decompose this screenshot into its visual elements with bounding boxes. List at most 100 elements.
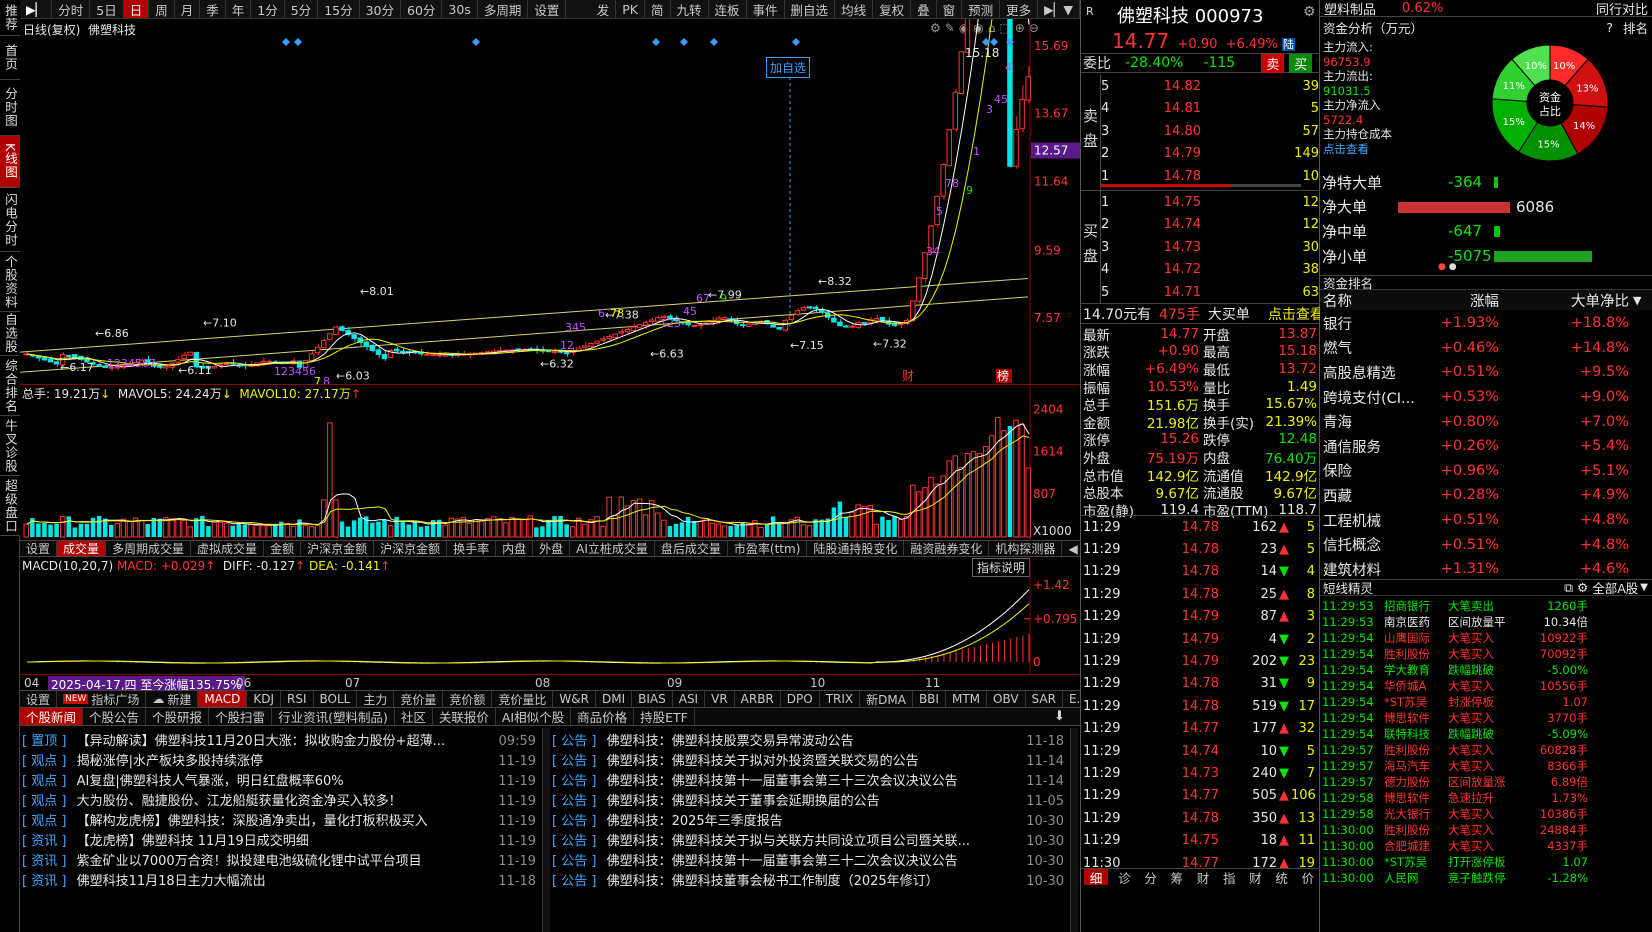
volume-panel[interactable]: 总手: 19.21万↓ MAVOL5: 24.24万↓ MAVOL10: 27.… (20, 384, 1080, 541)
sector-row[interactable]: 跨境支付(CI... +0.53% +9.0% (1320, 385, 1652, 410)
indicator-24[interactable]: E... (1063, 691, 1080, 707)
sidebar-tab-4[interactable]: 闪电分时 (0, 188, 20, 252)
indicator-16[interactable]: ARBR (735, 691, 781, 707)
news-item[interactable]: [ 置顶 ] 【异动解读】佛塑科技11月20日大涨：拟收购金力股份+超薄... … (22, 732, 542, 752)
elves-row[interactable]: 11:29:58 博思软件 急速拉升 1.73% (1320, 790, 1652, 806)
toolbar-right-12[interactable]: 更多 (1000, 0, 1039, 18)
news-item[interactable]: [ 公告 ] 佛塑科技：佛塑科技第十一届董事会第三十二次会议决议公告 10-30 (552, 852, 1070, 872)
news-tab-7[interactable]: AI相似个股 (496, 708, 572, 725)
cost-link[interactable]: 点击查看 (1323, 142, 1392, 157)
news-item[interactable]: [ 公告 ] 佛塑科技：佛塑科技董事会秘书工作制度（2025年修订） 10-30 (552, 872, 1070, 892)
order-level[interactable]: 2 14.74 12 (1101, 214, 1321, 237)
indicator-18[interactable]: TRIX (820, 691, 861, 707)
period-tab-3[interactable]: 周 (149, 0, 175, 18)
elves-row[interactable]: 11:30:00 胜利股份 大笔买入 24884手 (1320, 822, 1652, 838)
indicator-22[interactable]: OBV (987, 691, 1026, 707)
period-tab-8[interactable]: 5分 (285, 0, 319, 18)
expand-icon[interactable]: ▶▏▼ (1038, 0, 1080, 18)
period-tab-4[interactable]: 月 (175, 0, 201, 18)
sector-row[interactable]: 燃气 +0.46% +14.8% (1320, 336, 1652, 361)
indicator-17[interactable]: DPO (781, 691, 820, 707)
ind-tab-13[interactable]: 陆股通持股变化 (807, 541, 905, 556)
toolbar-right-11[interactable]: 预测 (962, 0, 1001, 18)
order-level[interactable]: 5 14.71 63 (1101, 281, 1321, 304)
period-tab-5[interactable]: 季 (200, 0, 226, 18)
sector-row[interactable]: 青海 +0.80% +7.0% (1320, 409, 1652, 434)
ind-tab-1[interactable]: 成交量 (57, 541, 107, 556)
indicator-2[interactable]: ☁ 新建 (146, 691, 199, 707)
sector-row[interactable]: 信托概念 +0.51% +4.8% (1320, 532, 1652, 557)
ind-tab-9[interactable]: 外盘 (533, 541, 571, 556)
indicator-3[interactable]: MACD (198, 691, 248, 707)
macd-panel[interactable]: MACD(10,20,7) MACD: +0.029↑ DIFF: -0.127… (20, 557, 1080, 674)
toolbar-right-5[interactable]: 事件 (747, 0, 785, 18)
news-item[interactable]: [ 公告 ] 佛塑科技：佛塑科技关于董事会延期换届的公告 11-05 (552, 792, 1070, 812)
quote-tab-0[interactable]: 细 (1083, 869, 1109, 885)
indicator-9[interactable]: 竞价额 (443, 691, 493, 707)
news-tab-9[interactable]: 持股ETF (634, 708, 695, 725)
popout-icon[interactable]: ⧉ (1564, 580, 1573, 596)
sidebar-tab-1[interactable]: 首页 (0, 36, 20, 80)
ind-tab-2[interactable]: 多周期成交量 (106, 541, 192, 556)
indicator-1[interactable]: NEW 指标广场 (57, 691, 147, 707)
elves-row[interactable]: 11:29:54 *ST苏吴 封涨停板 1.07 (1320, 694, 1652, 710)
ind-tab-10[interactable]: AI立桩成交量 (570, 541, 655, 556)
quote-tab-6[interactable]: 财 (1245, 869, 1266, 886)
news-tab-6[interactable]: 关联报价 (433, 708, 496, 725)
ind-tab-8[interactable]: 内盘 (496, 541, 534, 556)
period-tab-1[interactable]: 5日 (90, 0, 124, 18)
peer-compare-link[interactable]: 同行对比 (1596, 0, 1648, 18)
sidebar-tab-8[interactable]: 牛叉诊股 (0, 416, 20, 476)
indicator-14[interactable]: ASI (673, 691, 706, 707)
indicator-11[interactable]: W&R (553, 691, 596, 707)
news-item[interactable]: [ 公告 ] 佛塑科技：佛塑科技股票交易异常波动公告 11-18 (552, 732, 1070, 752)
news-tab-8[interactable]: 商品价格 (571, 708, 635, 725)
news-tab-1[interactable]: 个股公告 (83, 708, 147, 725)
period-tab-12[interactable]: 30s (442, 0, 478, 18)
news-item[interactable]: [ 公告 ] 佛塑科技：佛塑科技第十一届董事会第三十三次会议决议公告 11-14 (552, 772, 1070, 792)
ind-tab-0[interactable]: 设置 (20, 541, 58, 556)
news-tab-0[interactable]: 个股新闻 (20, 708, 84, 725)
ind-tab-11[interactable]: 盘后成交量 (655, 541, 728, 556)
period-tab-11[interactable]: 60分 (401, 0, 443, 18)
quote-tab-1[interactable]: 诊 (1114, 869, 1135, 886)
elves-row[interactable]: 11:30:00 人民网 竞子触跌停 -1.28% (1320, 870, 1652, 886)
sort-by-big-order[interactable]: 大单净比 (1499, 290, 1629, 311)
elves-row[interactable]: 11:29:53 招商银行 大笔卖出 1260手 (1320, 598, 1652, 614)
news-item[interactable]: [ 观点 ] AI复盘|佛塑科技人气暴涨，明日红盘概率60% 11-19 (22, 772, 542, 792)
period-tab-2[interactable]: 日 (123, 0, 150, 18)
order-level[interactable]: 4 14.81 5 (1101, 98, 1321, 121)
sector-row[interactable]: 高股息精选 +0.51% +9.5% (1320, 360, 1652, 385)
period-tab-14[interactable]: 设置 (528, 0, 567, 18)
elves-row[interactable]: 11:29:54 学大教育 跌幅跳破 -5.00% (1320, 662, 1652, 678)
sidebar-tab-7[interactable]: 综合排名 (0, 356, 20, 416)
news-tab-3[interactable]: 个股扫雷 (209, 708, 273, 725)
sidebar-tab-9[interactable]: 超级盘口 (0, 476, 20, 536)
quote-tab-5[interactable]: 指 (1219, 869, 1240, 886)
download-icon[interactable]: ⬇ (1054, 709, 1065, 724)
sector-row[interactable]: 西藏 +0.28% +4.9% (1320, 483, 1652, 508)
order-level[interactable]: 5 14.82 39 (1101, 75, 1321, 98)
indicator-7[interactable]: 主力 (357, 691, 395, 707)
market-select[interactable]: 全部A股 (1592, 578, 1638, 597)
toolbar-menu-icon[interactable]: ▶▏ (20, 0, 53, 18)
elves-row[interactable]: 11:29:54 山鹰国际 大笔买入 10922手 (1320, 630, 1652, 646)
macd-chart[interactable]: +1.42 +0.795 0 (20, 557, 1080, 674)
news-item[interactable]: [ 公告 ] 佛塑科技：佛塑科技关于拟与关联方共同设立项目公司暨关联... 10… (552, 832, 1070, 852)
ind-tab-4[interactable]: 金额 (264, 541, 302, 556)
toolbar-right-0[interactable]: 发 (591, 0, 617, 18)
toolbar-right-3[interactable]: 九转 (671, 0, 709, 18)
period-tab-10[interactable]: 30分 (360, 0, 401, 18)
quote-tab-7[interactable]: 统 (1271, 869, 1292, 886)
elves-row[interactable]: 11:29:54 博思软件 大笔买入 3770手 (1320, 710, 1652, 726)
quote-tab-2[interactable]: 分 (1140, 869, 1161, 886)
buy-button[interactable]: 买 (1289, 53, 1313, 73)
news-item[interactable]: [ 公告 ] 佛塑科技：2025年三季度报告 10-30 (552, 812, 1070, 832)
period-tab-6[interactable]: 年 (226, 0, 252, 18)
volume-chart[interactable]: 2404 1614 807 X1000 (20, 385, 1080, 541)
indicator-8[interactable]: 竞价量 (394, 691, 444, 707)
ind-tab-7[interactable]: 换手率 (447, 541, 497, 556)
elves-row[interactable]: 11:29:54 联特科技 跌幅跳破 -5.09% (1320, 726, 1652, 742)
order-level[interactable]: 1 14.75 12 (1101, 191, 1321, 214)
sector-row[interactable]: 通信服务 +0.26% +5.4% (1320, 434, 1652, 459)
